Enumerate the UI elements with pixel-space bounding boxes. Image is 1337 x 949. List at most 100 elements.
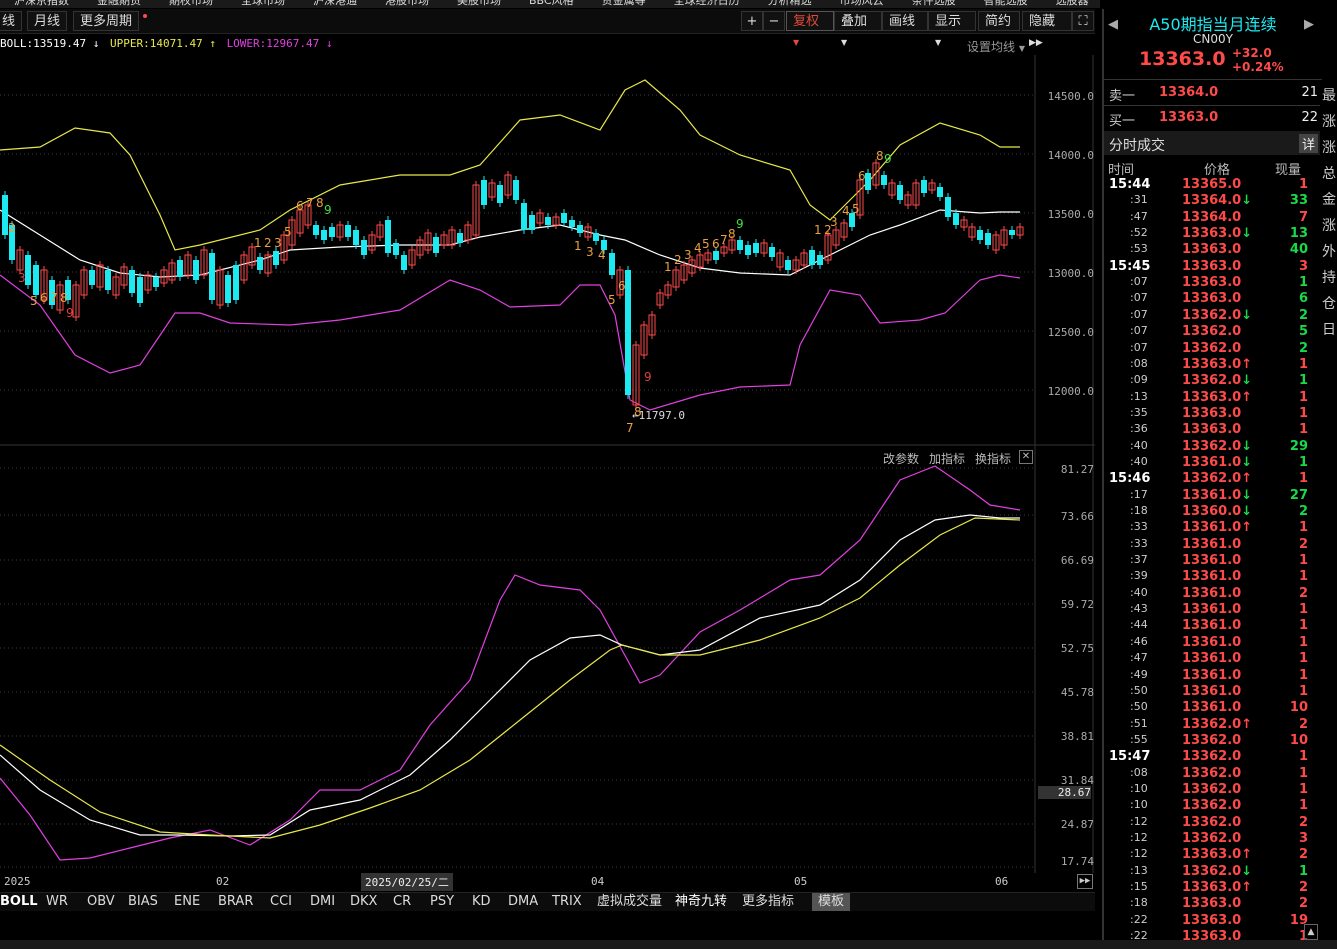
period-button[interactable]: 线 [0, 11, 23, 31]
tick-time: :07 [1130, 340, 1148, 354]
ma-settings-link[interactable]: 设置均线 ▼ [967, 38, 1025, 55]
candle-body [809, 250, 815, 265]
count-label: 7 [50, 291, 58, 305]
add-indicator-button[interactable]: 加指标 [929, 450, 965, 467]
hide-button[interactable]: 隐藏▶▶ [1022, 11, 1072, 48]
count-label: 6 [618, 279, 626, 293]
top-menu-item[interactable]: 美股市场 [457, 0, 501, 8]
indicator-tab[interactable]: DMA [508, 893, 538, 911]
top-menu-item[interactable]: 选股器 [1056, 0, 1089, 8]
zoom-in-button[interactable]: + [741, 11, 763, 31]
col-time: 时间 [1108, 163, 1135, 178]
tick-time: :43 [1130, 602, 1148, 616]
top-menu-item[interactable]: 沪深港通 [313, 0, 357, 8]
top-menu-item[interactable]: 市场风云 [840, 0, 884, 8]
zoom-out-button[interactable]: − [763, 11, 785, 31]
change-indicator-button[interactable]: 换指标 [975, 450, 1011, 467]
edit-params-button[interactable]: 改参数 [883, 450, 919, 467]
candle-body [545, 217, 551, 225]
ticks-title: 分时成交 [1109, 138, 1165, 154]
tick-volume: 2 [1298, 896, 1308, 912]
tick-price: 13362.0 [1182, 765, 1242, 781]
tick-row: :47 13361.0 1 [1104, 651, 1322, 667]
indicator-tab[interactable]: 虚拟成交量 [597, 893, 662, 911]
top-menu-item[interactable]: 分析精选 [768, 0, 812, 8]
indicator-tab[interactable]: 更多指标 [742, 893, 794, 911]
date-tick: 04 [591, 875, 605, 888]
top-menu-item[interactable]: 条件选股 [912, 0, 956, 8]
tick-price: 13361.0 [1182, 602, 1242, 618]
draw-line-button[interactable]: 画线 [882, 11, 928, 31]
indicator-tab[interactable]: BIAS [128, 893, 158, 911]
tick-time: :13 [1130, 389, 1148, 403]
scroll-right-icon[interactable]: ▶▶ [1077, 874, 1093, 889]
count-label: 3 [18, 271, 26, 285]
tick-time: :47 [1130, 651, 1148, 665]
candle-body [361, 240, 367, 255]
top-menu-item[interactable]: 全球经济日历 [674, 0, 740, 8]
indicator-tab[interactable]: 模板 [812, 893, 851, 911]
tick-price: 13361.0 [1182, 569, 1242, 585]
monthly-button[interactable]: 月线 [27, 11, 68, 31]
tick-price: 13363.0↓ [1182, 226, 1253, 242]
indicator-tab[interactable]: 神奇九转 [675, 893, 727, 911]
tick-volume: 1 [1298, 454, 1308, 470]
simple-button[interactable]: 简约 [978, 11, 1020, 31]
tick-price: 13361.0 [1182, 585, 1242, 601]
tick-time: :55 [1130, 732, 1148, 746]
tick-price: 13362.0 [1182, 324, 1242, 340]
display-button[interactable]: 显示 ▼ [928, 11, 976, 47]
close-icon[interactable]: ✕ [1019, 450, 1033, 464]
tick-time: :15 [1130, 880, 1148, 894]
indicator-tab[interactable]: ENE [174, 893, 200, 911]
tick-volume: 1 [1298, 781, 1308, 797]
tick-row: :49 13361.0 1 [1104, 668, 1322, 684]
candle-body [89, 270, 95, 285]
indicator-tab[interactable]: CR [393, 893, 411, 911]
top-menu-item[interactable]: 港股市场 [385, 0, 429, 8]
top-menu-item[interactable]: 沪深京指数 [14, 0, 69, 8]
indicator-tab[interactable]: TRIX [552, 893, 582, 911]
overlay-button[interactable]: 叠加 ▼ [834, 11, 882, 47]
col-price: 价格 [1204, 163, 1231, 178]
field-label: 日 [1322, 322, 1336, 338]
tick-volume: 1 [1298, 553, 1308, 569]
tick-price: 13361.0↓ [1182, 454, 1253, 470]
top-menu-item[interactable]: 金融期货 [97, 0, 141, 8]
price-tick: 12000.0 [1047, 385, 1094, 398]
candle-body [353, 230, 359, 245]
indicator-tab[interactable]: DKX [350, 893, 377, 911]
top-menu-item[interactable]: 智能选股 [984, 0, 1028, 8]
fullscreen-icon[interactable]: ⛶ [1072, 11, 1094, 31]
indicator-tab[interactable]: PSY [430, 893, 454, 911]
tick-row: :13 13362.0↓ 1 [1104, 864, 1322, 880]
indicator-tab[interactable]: CCI [270, 893, 292, 911]
indicator-tab[interactable]: OBV [87, 893, 115, 911]
indicator-tab[interactable]: DMI [310, 893, 335, 911]
indicator-tab[interactable]: BOLL [0, 893, 38, 911]
indicator-tab[interactable]: KD [472, 893, 491, 911]
count-label: 5 [284, 225, 292, 239]
candle-body [945, 197, 951, 217]
indicator-tab[interactable]: BRAR [218, 893, 253, 911]
indicator-tab[interactable]: WR [46, 893, 68, 911]
scroll-up-icon[interactable]: ▲ [1304, 924, 1318, 940]
tick-volume: 2 [1298, 880, 1308, 896]
count-label: 8 [60, 291, 68, 305]
tick-row: :22 13363.0 19 [1104, 913, 1322, 929]
tick-time: :37 [1130, 553, 1148, 567]
more-period-button[interactable]: 更多周期 [73, 11, 140, 31]
tick-row: :43 13361.0 1 [1104, 602, 1322, 618]
top-menu-item[interactable]: BBC风格 [529, 0, 574, 8]
detail-button[interactable]: 详 [1298, 134, 1318, 153]
tick-price: 13361.0↑ [1182, 520, 1253, 536]
tick-time: :10 [1130, 781, 1148, 795]
price-change-pct: +0.24% [1232, 60, 1284, 74]
tick-row: :12 13363.0↑ 2 [1104, 847, 1322, 863]
top-menu-item[interactable]: 贵金属等 [602, 0, 646, 8]
candle-body [481, 180, 487, 205]
arrow-up-icon: ↑ [1241, 520, 1253, 536]
top-menu-item[interactable]: 期权市场 [169, 0, 213, 8]
restore-rights-button[interactable]: 复权 ▼ [786, 11, 834, 47]
top-menu-item[interactable]: 全球市场 [241, 0, 285, 8]
